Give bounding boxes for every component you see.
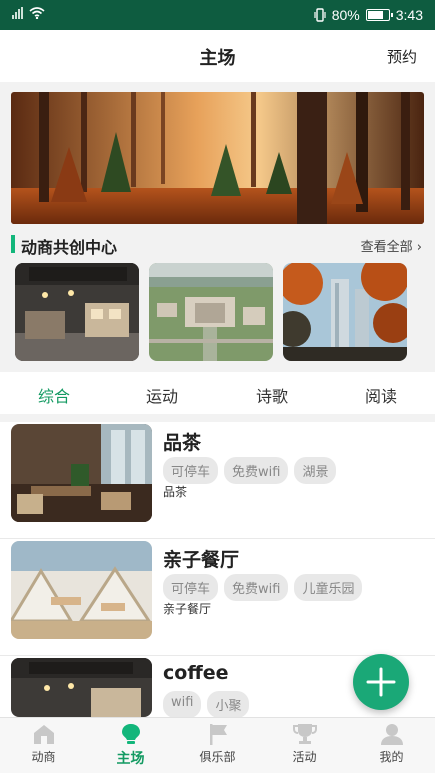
tea-room-image [11,424,152,522]
tab-poetry[interactable]: 诗歌 [218,383,326,407]
nav-item-club[interactable]: 俱乐部 [174,722,261,772]
battery-icon [365,9,393,21]
forest-banner-image[interactable] [11,92,424,224]
campus-aerial-image[interactable] [149,263,273,361]
tab-reading[interactable]: 阅读 [327,383,435,407]
venue-tags: 可停车 免费wifi 儿童乐园 [163,574,363,601]
nav-item-activity[interactable]: 活动 [261,722,348,772]
venue-name: 亲子餐厅 [163,549,240,571]
user-icon [380,724,403,745]
plus-icon [366,667,396,697]
nav-item-home-field[interactable]: 主场 [87,722,174,772]
list-item[interactable]: 品茶 可停车 免费wifi 湖景 品茶 [0,422,435,539]
tag-badge: 儿童乐园 [294,574,363,601]
family-restaurant-image [11,541,152,639]
nav-label: 我的 [379,750,404,764]
tab-sports[interactable]: 运动 [108,383,216,407]
chevron-right-icon: › [416,240,422,255]
section-title: 动商共创中心 [21,238,118,257]
venue-desc: 品茶 [163,485,188,499]
home-icon [33,725,54,744]
tag-badge: 湖景 [294,457,337,484]
venue-tags: 可停车 免费wifi 湖景 [163,457,337,484]
category-tabs: 综合 运动 诗歌 阅读 [0,372,435,414]
nav-label: 活动 [292,750,317,764]
venue-name: coffee [163,662,229,684]
list-item[interactable]: 亲子餐厅 可停车 免费wifi 儿童乐园 亲子餐厅 [0,539,435,656]
nav-label: 主场 [116,751,145,767]
section-accent-bar [11,235,15,253]
nav-item-mine[interactable]: 我的 [348,722,435,772]
page-title: 主场 [199,48,236,69]
nav-label: 动商 [31,750,56,764]
coffee-shop-image[interactable] [15,263,139,361]
flag-icon [209,724,227,745]
tag-badge: 可停车 [163,457,219,484]
nav-label: 俱乐部 [199,750,236,764]
tag-badge: wifi [163,691,202,718]
clock: 3:43 [395,7,423,23]
venue-name: 品茶 [163,432,202,454]
vibrate-icon [314,8,326,22]
section-header: 动商共创中心 查看全部 › [11,232,424,257]
status-bar: 80% 3:43 [0,0,435,30]
bulb-icon [121,724,140,744]
venue-desc: 亲子餐厅 [163,602,212,616]
reserve-button[interactable]: 预约 [387,46,417,67]
view-all-link[interactable]: 查看全部 › [361,236,422,255]
tower-autumn-image[interactable] [283,263,407,361]
bottom-nav: 动商 主场 俱乐部 活动 我的 [0,717,435,773]
tag-badge: 免费wifi [224,574,289,601]
tag-badge: 小聚 [207,691,250,718]
signal-icon [12,7,23,19]
venue-tags: wifi 小聚 [163,691,250,718]
featured-area: 动商共创中心 查看全部 › [0,82,435,372]
tag-badge: 免费wifi [224,457,289,484]
tag-badge: 可停车 [163,574,219,601]
add-button[interactable] [353,654,409,710]
nav-item-dongshang[interactable]: 动商 [0,722,87,772]
divider [0,414,435,422]
battery-percent: 80% [331,7,360,23]
tab-comprehensive[interactable]: 综合 [0,383,108,407]
coffee-shop-image [11,658,152,717]
top-nav-bar: 主场 预约 [0,30,435,82]
wifi-icon [29,7,45,19]
trophy-icon [292,724,317,744]
